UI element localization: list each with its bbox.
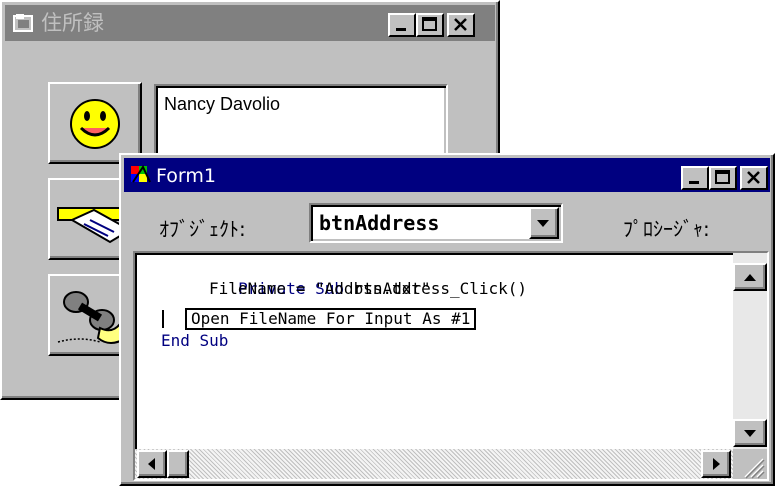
address-book-titlebar[interactable]: 住所録 <box>5 5 495 41</box>
smiley-face-icon <box>70 99 120 149</box>
maximize-button[interactable] <box>416 13 444 37</box>
app-window-icon <box>13 14 33 32</box>
minimize-icon <box>396 28 406 31</box>
address-book-title: 住所録 <box>41 11 104 35</box>
object-value: btnAddress <box>319 211 440 235</box>
scroll-up-button[interactable] <box>733 263 767 291</box>
horizontal-scrollbar[interactable] <box>135 449 733 479</box>
arrow-down-icon <box>744 430 756 437</box>
scroll-thumb[interactable] <box>167 450 189 478</box>
desktop: 住所録 Nancy Davolio Form1 ｵﾌﾞｼﾞｪｸﾄ: btnAdd… <box>0 0 775 486</box>
code-window: Form1 ｵﾌﾞｼﾞｪｸﾄ: btnAddress ﾌﾟﾛｼｰｼﾞｬ: Pri… <box>119 153 775 486</box>
maximize-icon <box>715 170 730 184</box>
object-label: ｵﾌﾞｼﾞｪｸﾄ: <box>159 217 246 241</box>
procedure-label: ﾌﾟﾛｼｰｼﾞｬ: <box>623 217 710 241</box>
code-window-title: Form1 <box>156 165 216 187</box>
object-dropdown[interactable]: btnAddress <box>309 203 563 243</box>
code-line-2: FileName = "Addrss.txt" <box>209 279 431 298</box>
arrow-up-icon <box>744 274 756 281</box>
minimize-button[interactable] <box>388 13 416 37</box>
name-value: Nancy Davolio <box>164 94 281 114</box>
minimize-icon <box>689 181 699 184</box>
vertical-scrollbar[interactable] <box>733 253 767 449</box>
code-window-titlebar[interactable]: Form1 <box>124 158 770 192</box>
resize-grip[interactable] <box>733 449 767 479</box>
arrow-right-icon <box>713 458 720 470</box>
close-icon <box>454 18 467 31</box>
vb-form-icon <box>131 164 151 183</box>
arrow-left-icon <box>148 458 155 470</box>
smiley-button[interactable] <box>48 82 142 164</box>
resize-grip-icon <box>744 458 765 479</box>
dropdown-button[interactable] <box>529 207 559 239</box>
code-editor[interactable]: Private Sub btnAddress_Click() FileName … <box>133 251 769 481</box>
scroll-right-button[interactable] <box>701 450 731 478</box>
text-cursor <box>162 310 164 328</box>
close-button[interactable] <box>740 166 768 190</box>
code-line-4: End Sub <box>161 331 229 350</box>
maximize-button[interactable] <box>709 166 737 190</box>
close-button[interactable] <box>447 13 475 37</box>
code-line-3-selected[interactable]: Open FileName For Input As #1 <box>185 308 477 330</box>
minimize-button[interactable] <box>681 166 709 190</box>
maximize-icon <box>422 17 437 31</box>
close-icon <box>747 171 760 184</box>
chevron-down-icon <box>537 220 549 227</box>
scroll-left-button[interactable] <box>137 450 167 478</box>
scroll-down-button[interactable] <box>733 419 767 447</box>
